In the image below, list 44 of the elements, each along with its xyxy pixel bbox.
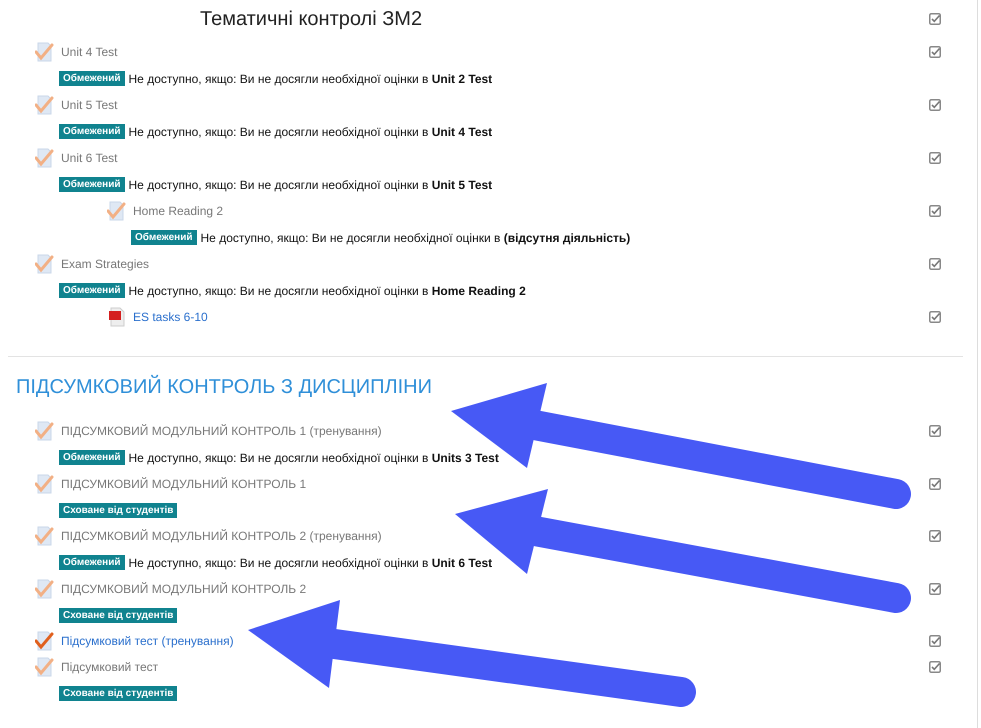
restricted-label: Обмежений bbox=[59, 177, 125, 192]
checkbox[interactable] bbox=[929, 583, 941, 595]
restricted-label: Обмежений bbox=[131, 230, 197, 245]
checkbox[interactable] bbox=[929, 258, 941, 270]
checkbox[interactable] bbox=[929, 425, 941, 437]
activity-link[interactable]: ПІДСУМКОВИЙ МОДУЛЬНИЙ КОНТРОЛЬ 2 bbox=[61, 582, 929, 596]
checkbox[interactable] bbox=[929, 46, 941, 58]
restriction-text: Не доступно, якщо: Ви не досягли необхідної оцінки в Unit 6 Test bbox=[128, 556, 492, 570]
activity-link[interactable]: ПІДСУМКОВИЙ МОДУЛЬНИЙ КОНТРОЛЬ 1 bbox=[61, 477, 929, 491]
activity-link[interactable]: ПІДСУМКОВИЙ МОДУЛЬНИЙ КОНТРОЛЬ 2 (тренування) bbox=[61, 529, 929, 543]
activity-link[interactable]: Підсумковий тест (тренування) bbox=[61, 634, 929, 648]
checkbox[interactable] bbox=[929, 661, 941, 673]
checkbox[interactable] bbox=[929, 13, 941, 25]
activity-link[interactable]: ES tasks 6-10 bbox=[133, 310, 929, 324]
activity-link[interactable]: Підсумковий тест bbox=[61, 660, 929, 674]
section-heading: ПІДСУМКОВИЙ КОНТРОЛЬ З ДИСЦИПЛІНИ bbox=[15, 376, 433, 398]
activity-link[interactable]: ПІДСУМКОВИЙ МОДУЛЬНИЙ КОНТРОЛЬ 1 (тренування) bbox=[61, 424, 929, 438]
restricted-label: Обмежений bbox=[59, 555, 125, 570]
checkbox[interactable] bbox=[929, 530, 941, 542]
hidden-label: Сховане від студентів bbox=[59, 686, 178, 700]
restricted-label: Обмежений bbox=[59, 450, 125, 465]
restriction-text: Не доступно, якщо: Ви не досягли необхідної оцінки в Unit 4 Test bbox=[128, 124, 492, 138]
checkbox[interactable] bbox=[929, 152, 941, 164]
hidden-label: Сховане від студентів bbox=[59, 502, 178, 518]
checkbox[interactable] bbox=[929, 311, 941, 323]
restriction-text: Не доступно, якщо: Ви не досягли необхідної оцінки в Unit 5 Test bbox=[128, 178, 492, 192]
checkbox[interactable] bbox=[929, 478, 941, 490]
checkbox[interactable] bbox=[929, 205, 941, 217]
checkbox[interactable] bbox=[929, 635, 941, 647]
restricted-label: Обмежений bbox=[59, 71, 125, 86]
activity-link[interactable]: Unit 6 Test bbox=[61, 151, 929, 165]
restriction-text: Не доступно, якщо: Ви не досягли необхідної оцінки в (відсутня діяльність) bbox=[200, 230, 630, 244]
restriction-text: Не доступно, якщо: Ви не досягли необхідної оцінки в Unit 2 Test bbox=[128, 72, 492, 86]
activity-link[interactable]: Unit 4 Test bbox=[61, 45, 929, 59]
restricted-label: Обмежений bbox=[59, 124, 125, 139]
restriction-text: Не доступно, якщо: Ви не досягли необхідної оцінки в Units 3 Test bbox=[128, 450, 499, 464]
activity-link[interactable]: Unit 5 Test bbox=[61, 98, 929, 112]
activity-link[interactable]: Home Reading 2 bbox=[133, 204, 929, 218]
checkbox[interactable] bbox=[929, 99, 941, 111]
section-title: Тематичні контролі ЗМ2 bbox=[199, 8, 424, 30]
restriction-text: Не доступно, якщо: Ви не досягли необхідної оцінки в Home Reading 2 bbox=[128, 284, 526, 298]
activity-link[interactable]: Exam Strategies bbox=[61, 257, 929, 271]
restricted-label: Обмежений bbox=[59, 283, 125, 298]
hidden-label: Сховане від студентів bbox=[59, 608, 178, 622]
